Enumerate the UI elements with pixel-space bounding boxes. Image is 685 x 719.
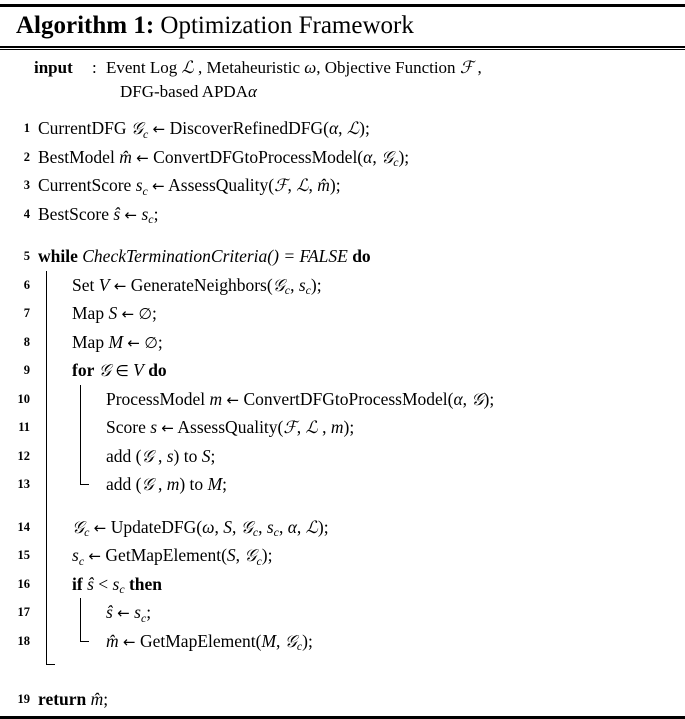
input-keyword: input [34, 58, 73, 77]
line-code: Set V ← GenerateNeighbors(𝒢c, sc); [30, 270, 685, 302]
code-line: 14 𝒢c ← UpdateDFG(ω, S, 𝒢c, sc, α, ℒ); [0, 512, 685, 544]
spacer [0, 498, 685, 513]
line-code: 𝒢c ← UpdateDFG(ω, S, 𝒢c, sc, α, ℒ); [30, 512, 685, 544]
algorithm-name: Optimization Framework [154, 12, 414, 39]
line-code: if ŝ < sc then [30, 569, 685, 601]
code-line: 17 ŝ ← sc; [0, 598, 685, 627]
line-number: 12 [17, 448, 31, 463]
line-number: 15 [17, 548, 31, 562]
line-number: 8 [23, 334, 30, 349]
code-line: 15 sc ← GetMapElement(S, 𝒢c); [0, 541, 685, 570]
indent-guide-end [38, 655, 72, 671]
script-f-icon: ℱ [459, 58, 474, 78]
line-code: CurrentScore sc ← AssessQuality(ℱ, ℒ, m̂… [38, 175, 341, 198]
indent-guide [38, 512, 72, 542]
indent-guide [38, 470, 72, 499]
script-l-icon: ℒ [181, 58, 194, 78]
code-line: 2 BestModel m̂ ← ConvertDFGtoProcessMode… [0, 143, 685, 172]
line-code: m̂ ← GetMapElement(M, 𝒢c); [30, 626, 685, 658]
indent-guide [72, 384, 106, 414]
line-number: 14 [17, 519, 31, 534]
code-line: 16 if ŝ < sc then [0, 569, 685, 601]
indent-guide [38, 498, 72, 513]
code-line: 4 BestScore ŝ ← sc; [0, 200, 685, 229]
indent-guide [72, 413, 106, 442]
code-line: 6 Set V ← GenerateNeighbors(𝒢c, sc); [0, 270, 685, 302]
indent-guide [38, 384, 72, 414]
line-number: 16 [17, 576, 31, 591]
line-code: ProcessModel m ← ConvertDFGtoProcessMode… [30, 384, 685, 415]
indent-guide [72, 598, 106, 627]
indent-guide [38, 327, 72, 357]
line-number: 19 [17, 692, 31, 706]
line-code: for 𝒢 ∈ V do [30, 356, 685, 386]
line-code: add (𝒢 , s) to S; [30, 441, 685, 472]
code-line: 8 Map M ← ∅; [0, 327, 685, 358]
code-line: 5 while CheckTerminationCriteria() = FAL… [0, 242, 685, 271]
code-line: 9 for 𝒢 ∈ V do [0, 356, 685, 385]
line-number: 5 [23, 249, 30, 263]
line-code: CurrentDFG 𝒢c ← DiscoverRefinedDFG(α, ℒ)… [38, 118, 370, 141]
line-number: 1 [23, 121, 30, 135]
code-line: 10 ProcessModel m ← ConvertDFGtoProcessM… [0, 384, 685, 415]
line-number: 18 [17, 633, 31, 648]
input-block: input : Event Log ℒ , Metaheuristic ω, O… [0, 50, 685, 108]
bottom-rule [0, 715, 685, 719]
line-number: 4 [23, 206, 30, 221]
line-number: 3 [23, 178, 30, 192]
line-code: return m̂; [38, 689, 109, 709]
block-end-marker [0, 655, 685, 671]
algorithm-body: 1 CurrentDFG 𝒢c ← DiscoverRefinedDFG(α, … [0, 108, 685, 714]
line-number: 17 [17, 605, 31, 619]
input-row: input : Event Log ℒ , Metaheuristic ω, O… [0, 56, 685, 80]
line-number: 13 [17, 477, 31, 491]
input-params-line-2: DFG-based APDA α [0, 80, 685, 104]
code-line: 1 CurrentDFG 𝒢c ← DiscoverRefinedDFG(α, … [0, 114, 685, 143]
line-number: 7 [23, 306, 30, 320]
indent-guide [38, 413, 72, 442]
line-code: sc ← GetMapElement(S, 𝒢c); [30, 541, 685, 572]
line-code: Map M ← ∅; [30, 327, 685, 358]
line-number: 10 [17, 391, 31, 406]
code-line: 3 CurrentScore sc ← AssessQuality(ℱ, ℒ, … [0, 171, 685, 200]
code-line: 12 add (𝒢 , s) to S; [0, 441, 685, 472]
line-code: while CheckTerminationCriteria() = FALSE… [38, 246, 371, 266]
line-code: BestScore ŝ ← sc; [38, 203, 159, 227]
alpha-symbol: α [247, 82, 257, 101]
line-number: 9 [23, 363, 30, 377]
algorithm-caption: Algorithm 1: [16, 12, 155, 39]
omega-symbol: ω [304, 58, 317, 77]
line-code: Score s ← AssessQuality(ℱ, ℒ , m); [30, 413, 685, 443]
indent-guide [38, 270, 72, 300]
line-number: 2 [23, 149, 30, 164]
input-colon: : [92, 58, 97, 77]
line-number: 11 [18, 420, 30, 434]
code-line: 13 add (𝒢 , m) to M; [0, 470, 685, 499]
input-params-line-1: Event Log ℒ , Metaheuristic ω, Objective… [106, 58, 482, 78]
indent-guide [38, 541, 72, 570]
indent-guide [38, 356, 72, 385]
indent-guide [38, 626, 72, 656]
algorithm-block: Algorithm 1: Optimization Framework inpu… [0, 4, 685, 719]
line-code: add (𝒢 , m) to M; [30, 470, 685, 500]
indent-guide [38, 441, 72, 471]
indent-guide [38, 569, 72, 599]
code-line: 18 m̂ ← GetMapElement(M, 𝒢c); [0, 626, 685, 658]
line-code: Map S ← ∅; [30, 299, 685, 329]
indent-guide [72, 441, 106, 471]
indent-guide [38, 598, 72, 627]
indent-guide [38, 299, 72, 328]
line-code: BestModel m̂ ← ConvertDFGtoProcessModel(… [38, 146, 410, 170]
line-code: ŝ ← sc; [30, 598, 685, 629]
indent-guide-end [72, 470, 106, 499]
line-number: 6 [23, 277, 30, 292]
code-line: 7 Map S ← ∅; [0, 299, 685, 328]
indent-guide-end [72, 626, 106, 656]
code-line: 11 Score s ← AssessQuality(ℱ, ℒ , m); [0, 413, 685, 442]
code-line: 19 return m̂; [0, 685, 685, 714]
algorithm-title: Algorithm 1: Optimization Framework [0, 7, 685, 46]
